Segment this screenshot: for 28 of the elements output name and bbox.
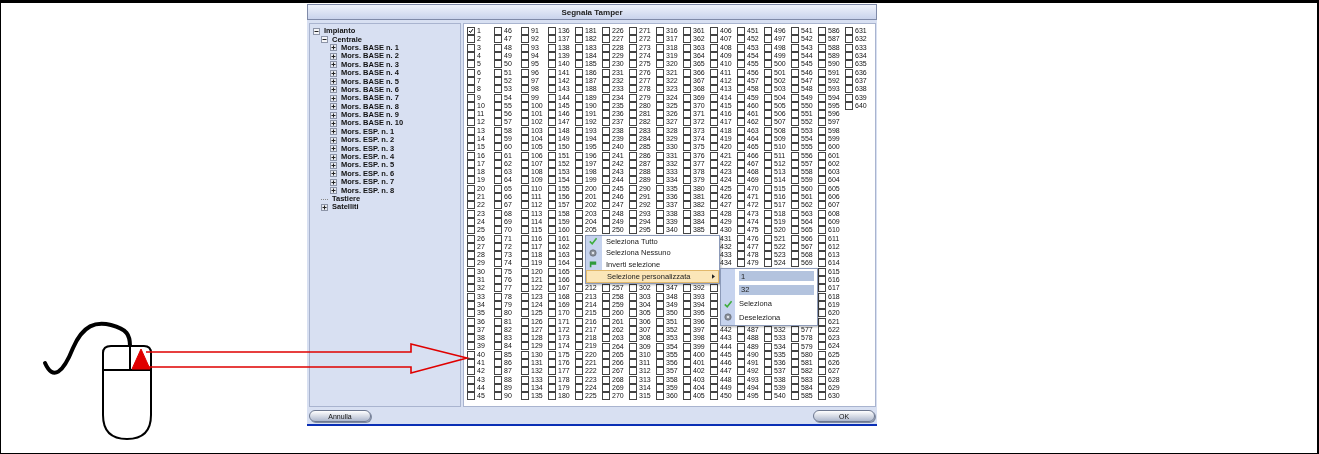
expand-toggle[interactable] (330, 94, 337, 102)
expand-toggle[interactable] (330, 52, 337, 60)
expand-toggle[interactable] (330, 136, 337, 144)
flag-icon (589, 260, 597, 269)
circle-icon (724, 313, 732, 322)
caret-icon (712, 274, 715, 280)
circle-icon (589, 248, 597, 257)
collapse-toggle[interactable] (321, 36, 328, 44)
expand-toggle[interactable] (330, 86, 337, 94)
expand-toggle[interactable] (330, 103, 337, 111)
expand-toggle[interactable] (330, 187, 337, 195)
collapse-toggle[interactable] (313, 27, 320, 35)
expand-toggle[interactable] (330, 170, 337, 178)
expand-toggle[interactable] (330, 61, 337, 69)
expand-toggle[interactable] (330, 120, 337, 127)
expand-toggle[interactable] (330, 145, 337, 153)
check-icon (589, 237, 597, 246)
expand-toggle[interactable] (330, 44, 337, 52)
expand-toggle[interactable] (330, 178, 337, 186)
expand-toggle[interactable] (330, 153, 337, 161)
expand-toggle[interactable] (330, 128, 337, 136)
check-icon (724, 299, 732, 308)
expand-toggle[interactable] (330, 161, 337, 169)
window-title: Segnala Tamper (561, 7, 623, 17)
expand-toggle[interactable] (321, 203, 328, 211)
expand-toggle[interactable] (330, 111, 337, 119)
expand-toggle[interactable] (330, 69, 337, 77)
expand-toggle[interactable] (330, 78, 337, 86)
